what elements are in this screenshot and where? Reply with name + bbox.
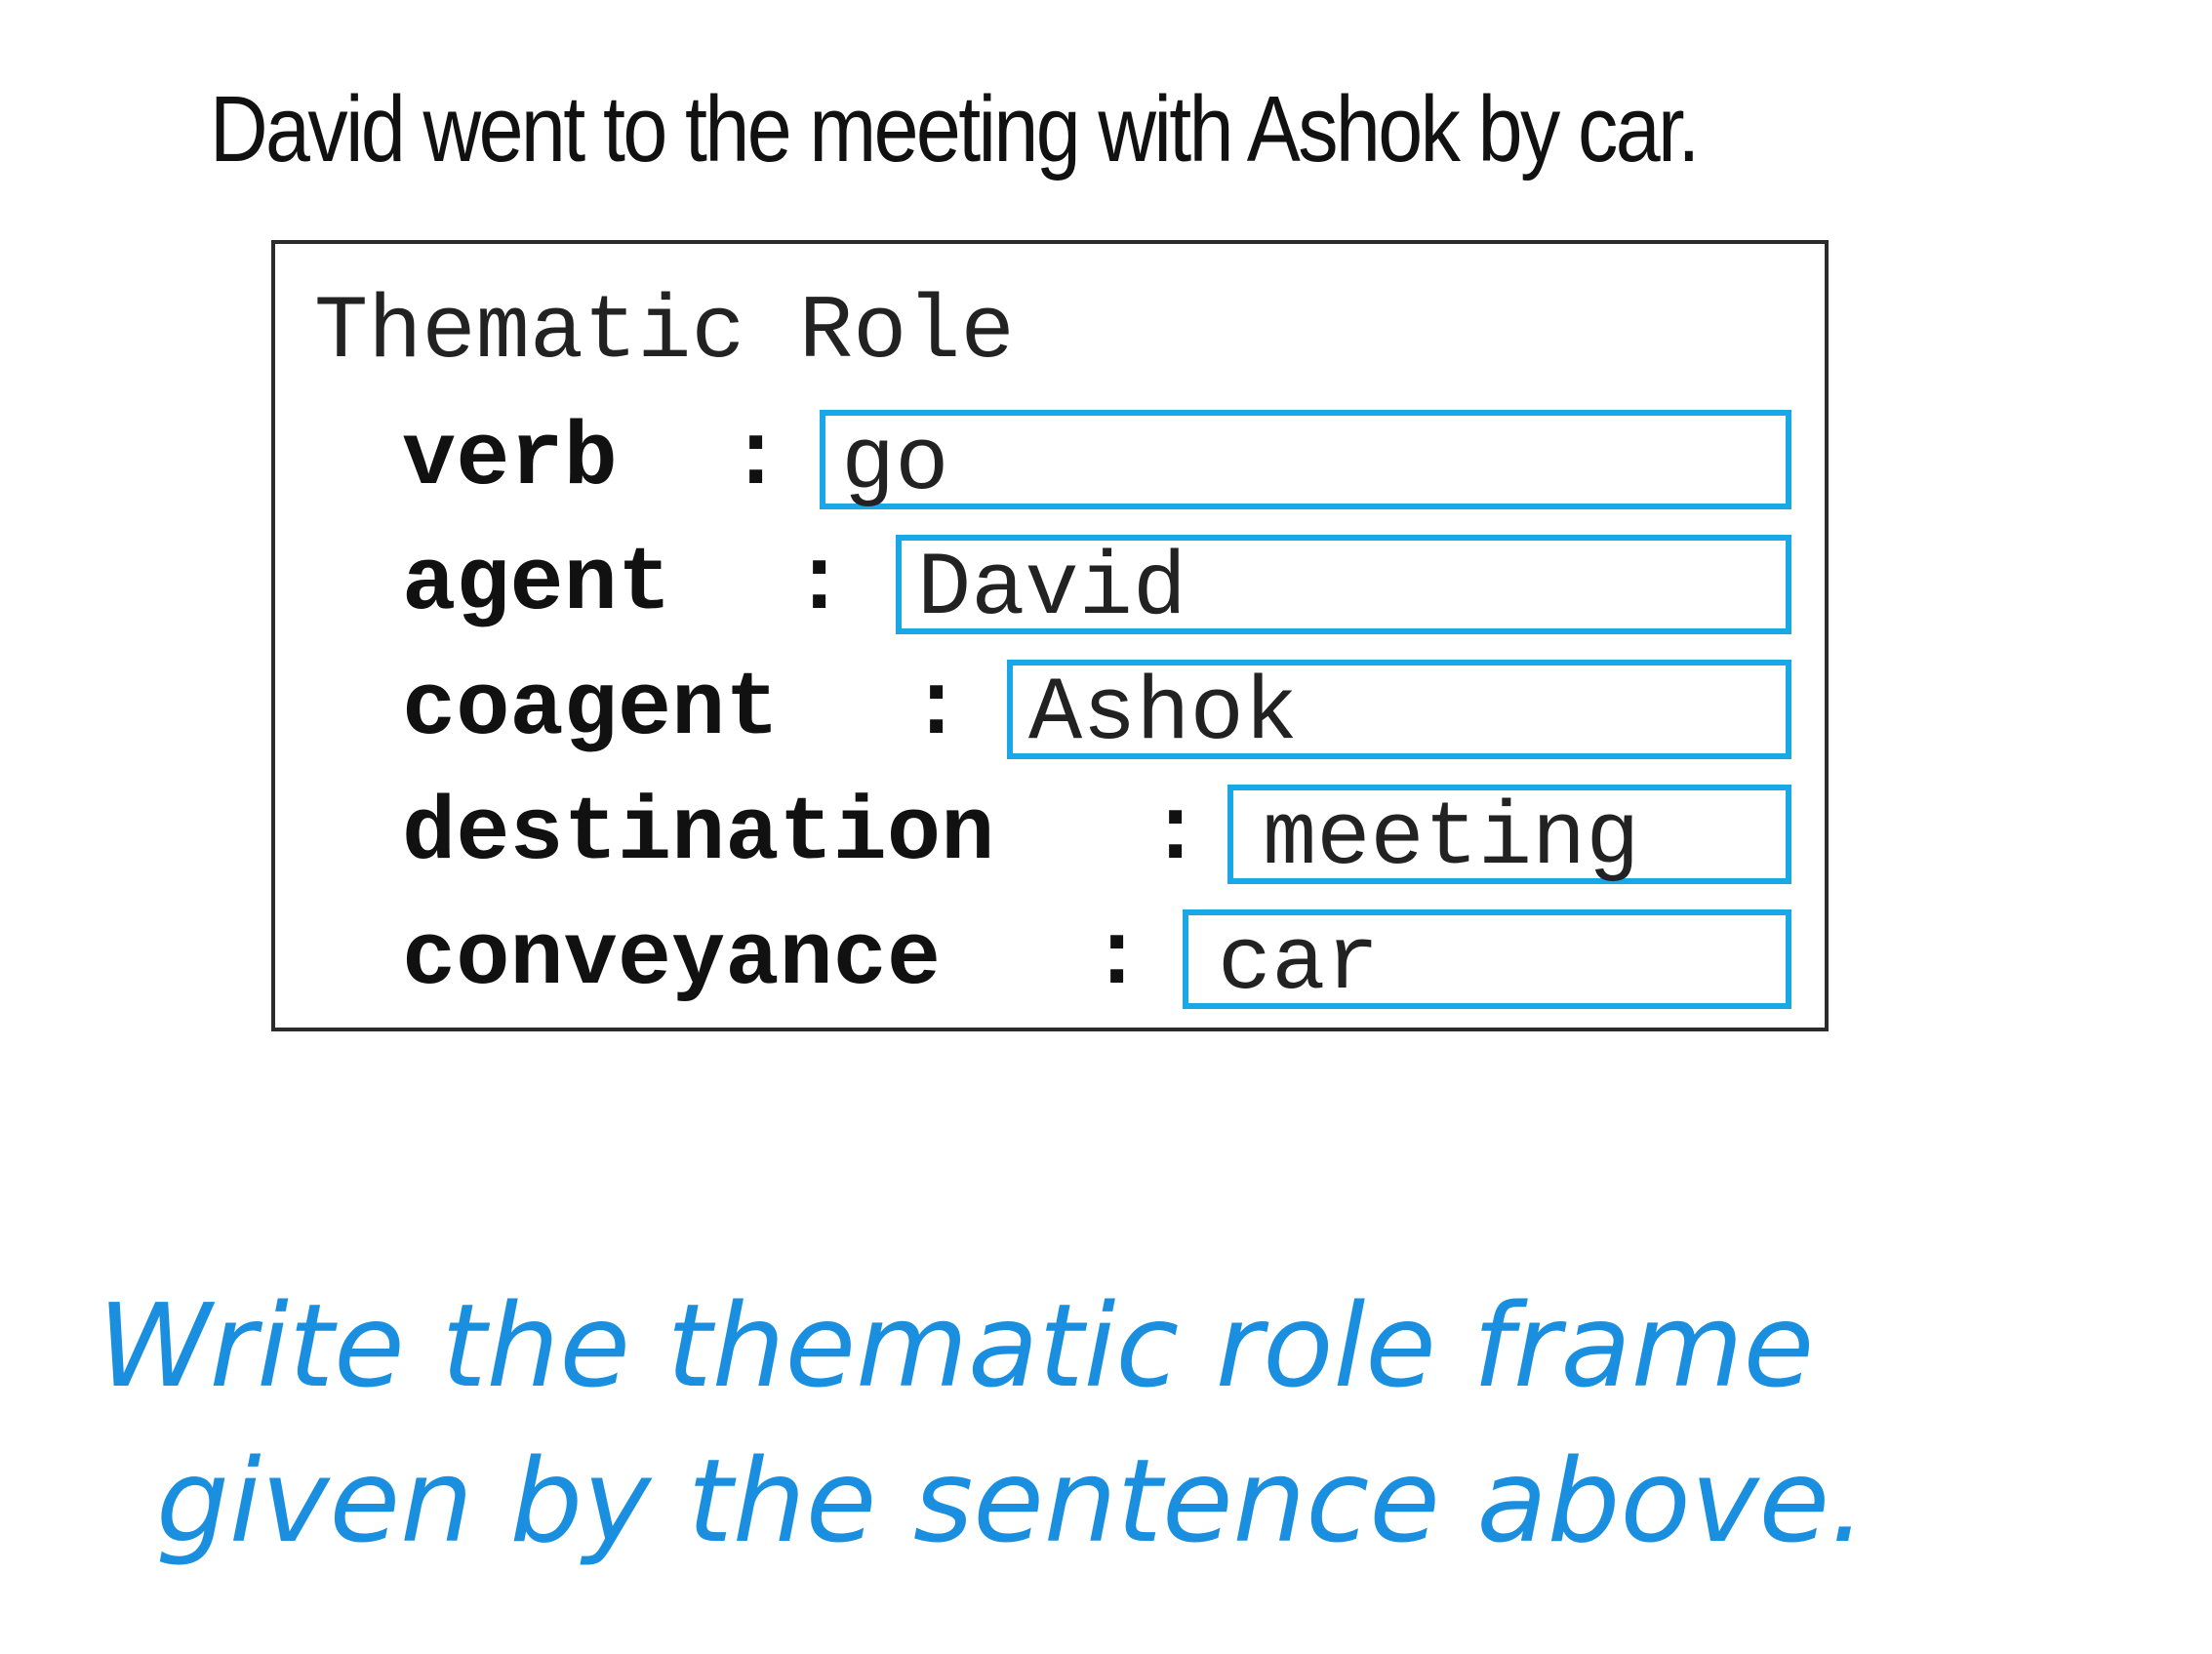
slot-label-destination: destination bbox=[402, 783, 995, 885]
frame-title: Thematic Role bbox=[314, 281, 1015, 383]
slot-field-coagent[interactable]: Ashok bbox=[1007, 660, 1791, 759]
slot-value-verb: go bbox=[841, 413, 949, 515]
thematic-role-frame: Thematic Role verb : go agent : David co… bbox=[271, 240, 1829, 1031]
slot-label-agent: agent bbox=[402, 533, 672, 635]
instruction-line-2: given by the sentence above. bbox=[156, 1433, 1867, 1569]
instruction-text: Write the thematic role frame given by t… bbox=[98, 1269, 1867, 1580]
slot-field-agent[interactable]: David bbox=[896, 535, 1791, 634]
slot-separator: : bbox=[1148, 783, 1203, 885]
slot-label-verb: verb bbox=[402, 408, 618, 510]
slot-label-coagent: coagent bbox=[402, 658, 780, 760]
slot-value-coagent: Ashok bbox=[1028, 663, 1299, 765]
slot-separator: : bbox=[1090, 908, 1145, 1010]
slot-value-conveyance: car bbox=[1218, 912, 1380, 1015]
slot-separator: : bbox=[792, 533, 847, 635]
slot-value-agent: David bbox=[917, 538, 1187, 640]
example-sentence: David went to the meeting with Ashok by … bbox=[210, 77, 1700, 182]
slot-field-conveyance[interactable]: car bbox=[1183, 909, 1791, 1009]
slot-separator: : bbox=[909, 658, 964, 760]
instruction-line-1: Write the thematic role frame bbox=[98, 1278, 1815, 1413]
slot-field-destination[interactable]: meeting bbox=[1227, 785, 1791, 884]
slot-field-verb[interactable]: go bbox=[820, 410, 1791, 509]
slot-label-conveyance: conveyance bbox=[402, 908, 942, 1010]
slot-separator: : bbox=[729, 408, 784, 510]
slot-value-destination: meeting bbox=[1263, 787, 1640, 890]
